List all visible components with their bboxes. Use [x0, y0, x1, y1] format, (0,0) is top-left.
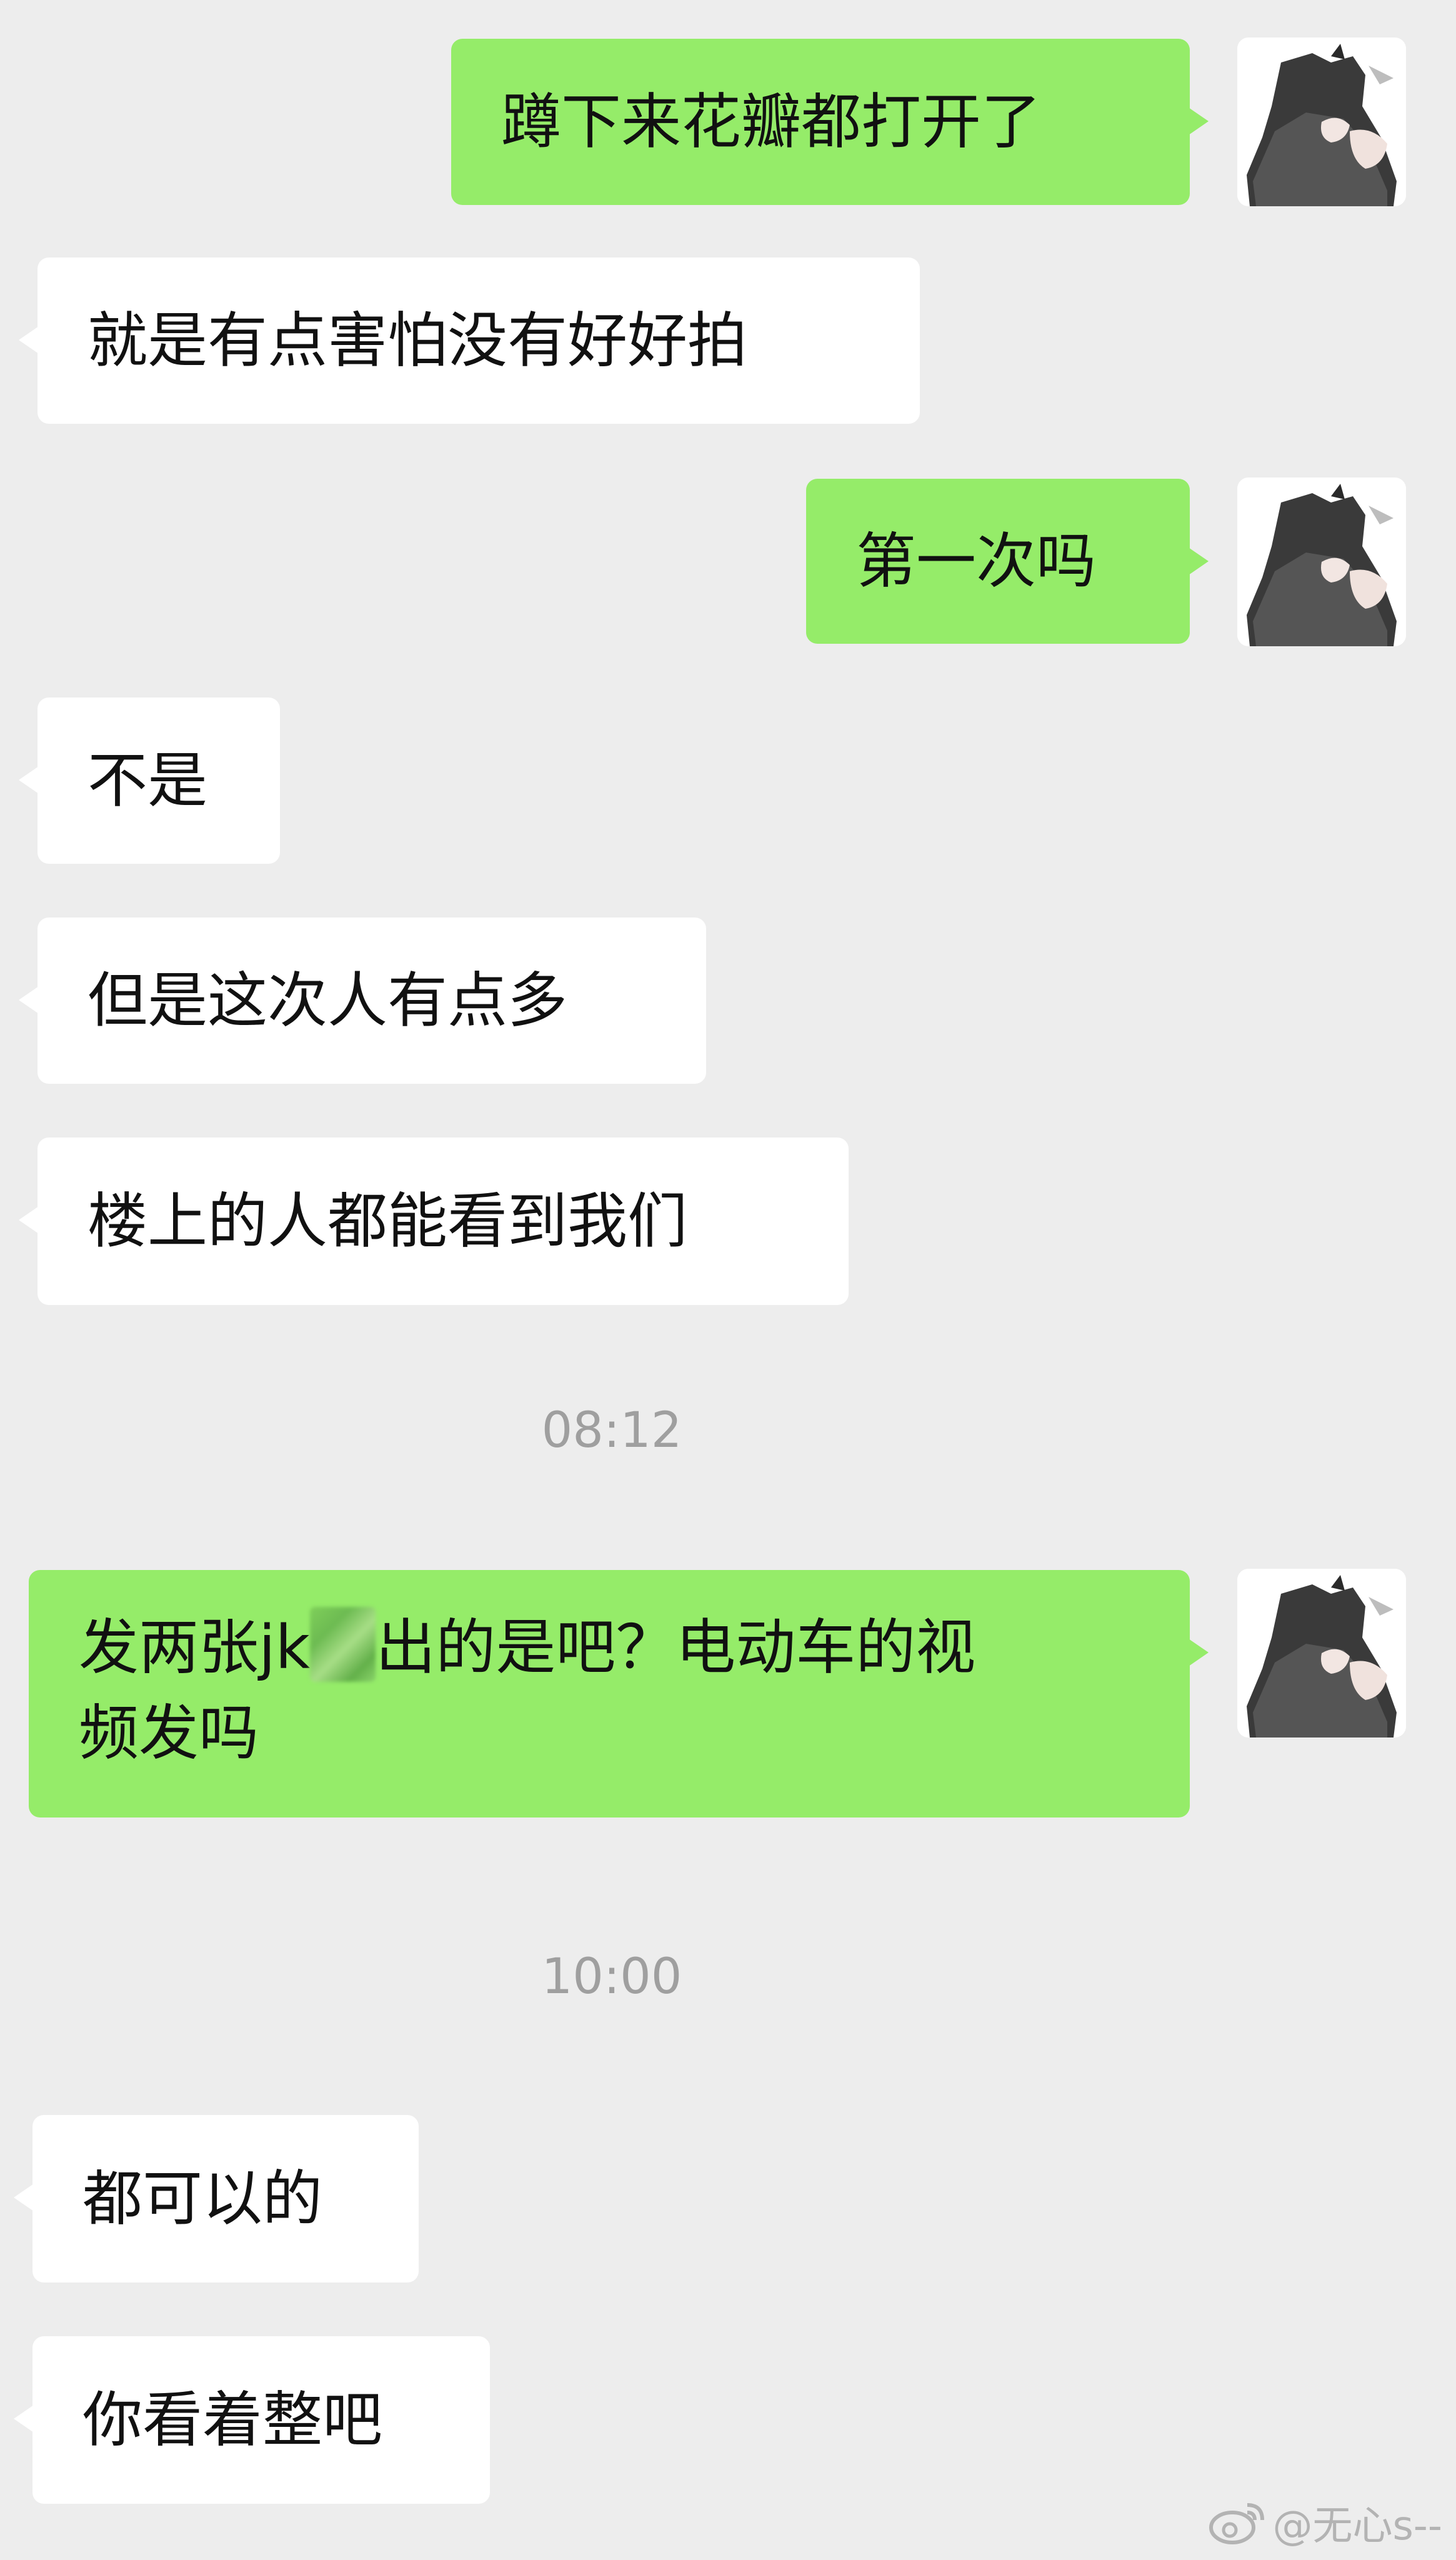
- message-text: 楼上的人都能看到我们: [87, 1186, 687, 1256]
- message-bubble-incoming[interactable]: 但是这次人有点多: [19, 918, 706, 1084]
- message-timestamp: 08:12: [541, 1402, 682, 1459]
- anime-character-avatar-icon: [1237, 478, 1406, 646]
- anime-character-avatar-icon: [1237, 38, 1406, 206]
- watermark: @无心s--: [1207, 2494, 1442, 2551]
- message-text: 你看着整吧: [82, 2385, 382, 2455]
- message-text: 就是有点害怕没有好好拍: [87, 306, 747, 376]
- message-text-line-1: 发两张jk 出的是吧？电动车的视: [79, 1605, 1140, 1691]
- anime-character-avatar-icon: [1237, 1569, 1406, 1738]
- message-bubble-outgoing[interactable]: 第一次吗: [806, 479, 1209, 644]
- user-avatar[interactable]: [1237, 38, 1406, 206]
- message-bubble-incoming[interactable]: 楼上的人都能看到我们: [19, 1138, 849, 1305]
- message-bubble-incoming[interactable]: 就是有点害怕没有好好拍: [19, 258, 920, 424]
- message-bubble-incoming[interactable]: 不是: [19, 698, 280, 864]
- message-bubble-incoming[interactable]: 你看着整吧: [14, 2336, 490, 2504]
- blurred-censor-patch: [310, 1607, 376, 1682]
- message-text: 都可以的: [82, 2164, 322, 2234]
- watermark-text: @无心s--: [1272, 2503, 1442, 2549]
- chat-view: 蹲下来花瓣都打开了 就是有点害怕没有好好拍 第一次吗 不是 但是这次人有点多 楼…: [0, 0, 1456, 2560]
- message-bubble-incoming[interactable]: 都可以的: [14, 2115, 419, 2282]
- message-text-line-2: 频发吗: [79, 1698, 259, 1768]
- message-bubble-outgoing[interactable]: 蹲下来花瓣都打开了: [451, 39, 1209, 205]
- message-timestamp: 10:00: [541, 1949, 682, 2005]
- user-avatar[interactable]: [1237, 1569, 1406, 1738]
- message-text: 不是: [87, 746, 207, 816]
- message-text: 蹲下来花瓣都打开了: [501, 87, 1041, 157]
- message-bubble-outgoing[interactable]: 发两张jk 出的是吧？电动车的视 频发吗: [29, 1570, 1209, 1818]
- message-text: 但是这次人有点多: [87, 966, 567, 1036]
- user-avatar[interactable]: [1237, 478, 1406, 646]
- message-text: 第一次吗: [856, 526, 1096, 596]
- weibo-logo-icon: [1209, 2503, 1265, 2544]
